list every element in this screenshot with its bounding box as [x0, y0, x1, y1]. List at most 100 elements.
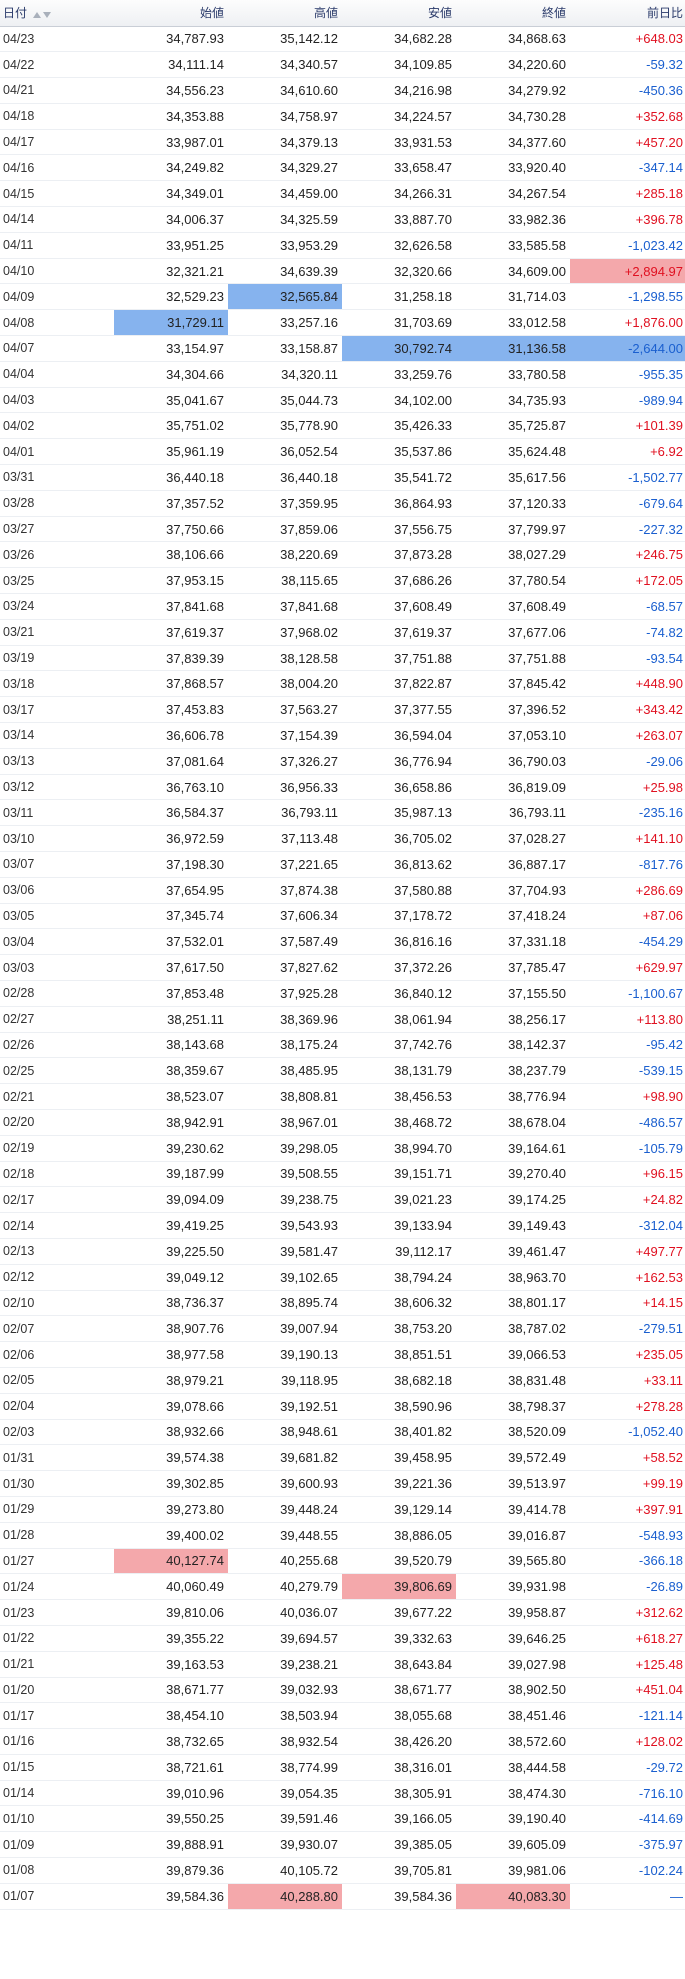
sort-toggle[interactable]	[31, 7, 52, 21]
date-cell: 03/25	[3, 573, 35, 588]
open-price-cell: 38,932.66	[166, 1424, 224, 1440]
date-cell: 03/05	[3, 908, 35, 923]
date-cell: 02/26	[3, 1037, 35, 1052]
change-cell: -279.51	[638, 1321, 683, 1337]
low-price-cell: 39,806.69	[342, 1573, 456, 1600]
open-price-cell: 37,853.48	[166, 985, 224, 1001]
high-price-cell: 34,340.57	[280, 57, 338, 73]
low-price-cell: 38,316.01	[394, 1759, 452, 1775]
high-price-cell: 39,298.05	[280, 1140, 338, 1156]
open-price-cell: 38,523.07	[166, 1089, 224, 1105]
change-cell: —	[670, 1888, 683, 1904]
table-row: 02/03 38,932.66 38,948.61 38,401.82 38,520.0…	[0, 1419, 685, 1445]
close-price-cell: 36,887.17	[508, 856, 566, 872]
high-price-cell: 39,032.93	[280, 1682, 338, 1698]
close-price-cell: 39,174.25	[508, 1192, 566, 1208]
low-price-cell: 38,794.24	[394, 1269, 452, 1285]
table-row: 03/19 37,839.39 38,128.58 37,751.88 37,751.8…	[0, 645, 685, 671]
date-cell: 01/29	[3, 1502, 35, 1517]
low-price-cell: 33,887.70	[394, 211, 452, 227]
close-price-cell: 34,279.92	[508, 82, 566, 98]
change-cell: -450.36	[638, 82, 683, 98]
date-cell: 04/14	[3, 212, 35, 227]
close-price-cell: 39,565.80	[508, 1553, 566, 1569]
low-price-cell: 32,320.66	[394, 263, 452, 279]
open-price-cell: 37,345.74	[166, 908, 224, 924]
open-price-cell: 39,419.25	[166, 1218, 224, 1234]
sort-descending-icon[interactable]	[43, 12, 52, 19]
change-cell: -1,502.77	[628, 469, 683, 485]
low-price-cell: 39,705.81	[394, 1862, 452, 1878]
table-row: 04/03 35,041.67 35,044.73 34,102.00 34,735.9…	[0, 387, 685, 413]
open-price-cell: 39,094.09	[166, 1192, 224, 1208]
date-column-header[interactable]: 日付	[0, 0, 114, 27]
date-cell: 01/23	[3, 1605, 35, 1620]
date-cell: 03/21	[3, 625, 35, 640]
high-price-cell: 39,238.21	[280, 1656, 338, 1672]
close-price-cell: 39,513.97	[508, 1476, 566, 1492]
open-price-cell: 37,841.68	[166, 598, 224, 614]
high-price-cell: 40,255.68	[280, 1553, 338, 1569]
close-price-cell: 34,730.28	[508, 108, 566, 124]
table-row: 01/15 38,721.61 38,774.99 38,316.01 38,444.5…	[0, 1754, 685, 1781]
change-cell: -26.89	[646, 1579, 683, 1595]
high-price-cell: 40,288.80	[228, 1883, 342, 1910]
open-price-cell: 39,010.96	[166, 1785, 224, 1801]
low-price-cell: 38,055.68	[394, 1708, 452, 1724]
low-price-cell: 37,608.49	[394, 598, 452, 614]
date-cell: 03/27	[3, 522, 35, 537]
close-price-cell: 38,474.30	[508, 1785, 566, 1801]
low-price-cell: 36,658.86	[394, 779, 452, 795]
open-price-cell: 38,942.91	[166, 1114, 224, 1130]
open-price-cell: 39,302.85	[166, 1476, 224, 1492]
open-price-cell: 38,736.37	[166, 1295, 224, 1311]
open-price-cell: 39,400.02	[166, 1527, 224, 1543]
open-price-cell: 39,187.99	[166, 1166, 224, 1182]
change-cell: +99.19	[642, 1476, 683, 1492]
change-cell: -1,052.40	[628, 1424, 683, 1440]
low-price-cell: 39,332.63	[394, 1630, 452, 1646]
low-price-cell: 36,864.93	[394, 495, 452, 511]
high-price-cell: 33,953.29	[280, 237, 338, 253]
open-price-cell: 35,961.19	[166, 444, 224, 460]
change-cell: +343.42	[635, 702, 683, 718]
change-cell: -102.24	[638, 1862, 683, 1878]
open-price-cell: 37,617.50	[166, 960, 224, 976]
low-price-cell: 37,556.75	[394, 521, 452, 537]
close-price-cell: 37,120.33	[508, 495, 566, 511]
high-price-cell: 38,175.24	[280, 1037, 338, 1053]
date-cell: 02/05	[3, 1373, 35, 1388]
close-price-cell: 37,331.18	[508, 934, 566, 950]
date-cell: 01/20	[3, 1682, 35, 1697]
change-cell: +113.80	[636, 1011, 683, 1027]
high-price-cell: 34,379.13	[280, 134, 338, 150]
close-price-cell: 37,780.54	[508, 573, 566, 589]
sort-ascending-icon[interactable]	[33, 12, 42, 19]
high-price-cell: 37,326.27	[280, 753, 338, 769]
table-row: 03/17 37,453.83 37,563.27 37,377.55 37,396.5…	[0, 697, 685, 723]
change-cell: +24.82	[642, 1192, 683, 1208]
close-price-cell: 31,714.03	[508, 289, 566, 305]
date-cell: 04/18	[3, 109, 35, 124]
low-price-cell: 39,520.79	[394, 1553, 452, 1569]
open-price-cell: 38,977.58	[166, 1347, 224, 1363]
open-price-cell: 37,619.37	[166, 624, 224, 640]
high-price-cell: 34,639.39	[280, 263, 338, 279]
close-price-cell: 36,790.03	[508, 753, 566, 769]
open-price-cell: 32,321.21	[166, 263, 224, 279]
open-price-cell: 39,810.06	[166, 1605, 224, 1620]
open-price-cell: 39,574.38	[166, 1450, 224, 1466]
open-price-cell: 37,198.30	[166, 856, 224, 872]
table-row: 03/18 37,868.57 38,004.20 37,822.87 37,845.4…	[0, 671, 685, 697]
close-price-cell: 38,963.70	[508, 1269, 566, 1285]
open-price-cell: 38,732.65	[166, 1733, 224, 1749]
table-row: 01/09 39,888.91 39,930.07 39,385.05 39,605.0…	[0, 1832, 685, 1858]
low-price-cell: 37,822.87	[394, 676, 452, 692]
high-price-cell: 34,325.59	[280, 211, 338, 227]
open-price-cell: 39,584.36	[166, 1888, 224, 1904]
change-cell: +278.28	[635, 1398, 683, 1414]
table-row: 04/09 32,529.23 32,565.84 31,258.18 31,714.0…	[0, 283, 685, 310]
table-row: 04/02 35,751.02 35,778.90 35,426.33 35,725.8…	[0, 413, 685, 439]
high-price-cell: 34,459.00	[280, 186, 338, 202]
open-price-cell: 34,111.14	[168, 57, 224, 73]
